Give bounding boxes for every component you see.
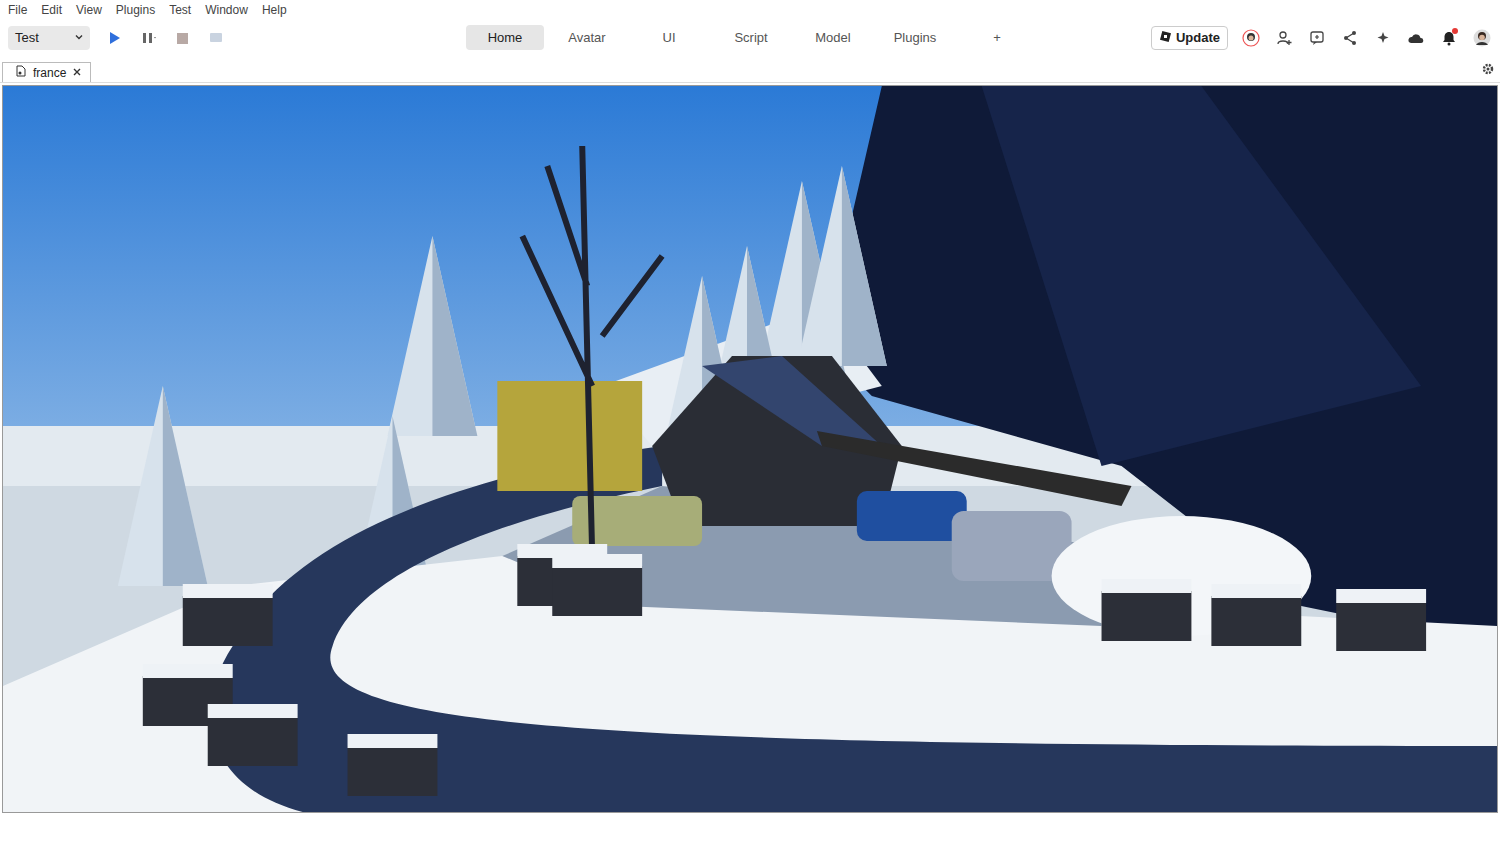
stop-icon[interactable] <box>172 28 192 48</box>
mode-select-value: Test <box>15 30 39 45</box>
play-icon[interactable] <box>104 28 124 48</box>
menu-item[interactable]: Test <box>169 3 191 17</box>
ribbon-tab[interactable]: Home <box>466 25 544 50</box>
pause-icon[interactable] <box>138 28 158 48</box>
mode-select[interactable]: Test <box>8 26 90 50</box>
bell-icon[interactable] <box>1439 28 1459 48</box>
avatar-icon[interactable] <box>1241 28 1261 48</box>
document-tab-bar: france <box>0 55 1500 83</box>
document-tab-label: france <box>33 66 66 80</box>
menu-bar: File Edit View Plugins Test Window Help <box>0 0 1500 20</box>
settings-gear-icon[interactable] <box>1478 59 1498 79</box>
ribbon-tab[interactable]: Script <box>712 25 790 50</box>
3d-viewport[interactable] <box>2 85 1498 813</box>
ribbon-tab[interactable]: UI <box>630 25 708 50</box>
cloud-icon[interactable] <box>1406 28 1426 48</box>
ribbon-tab[interactable]: Model <box>794 25 872 50</box>
menu-item[interactable]: Help <box>262 3 287 17</box>
share-icon[interactable] <box>1340 28 1360 48</box>
toolbar-right: Update <box>1151 26 1492 50</box>
toolbar: Test HomeAvatarUIScriptModelPlugins+ Updat… <box>0 20 1500 55</box>
notification-badge <box>1452 28 1458 34</box>
menu-item[interactable]: File <box>8 3 27 17</box>
screen-icon[interactable] <box>206 28 226 48</box>
profile-icon[interactable] <box>1472 28 1492 48</box>
chat-icon[interactable] <box>1307 28 1327 48</box>
ribbon-tab[interactable]: + <box>958 25 1036 50</box>
ribbon-tabs: HomeAvatarUIScriptModelPlugins+ <box>466 25 1036 50</box>
assistant-icon[interactable] <box>1373 28 1393 48</box>
ribbon-tab[interactable]: Plugins <box>876 25 954 50</box>
menu-item[interactable]: Edit <box>41 3 62 17</box>
roblox-logo-icon <box>1159 30 1172 46</box>
chevron-icon <box>74 30 84 45</box>
menu-item[interactable]: View <box>76 3 102 17</box>
add-friend-icon[interactable] <box>1274 28 1294 48</box>
playback-controls <box>104 28 226 48</box>
menu-item[interactable]: Plugins <box>116 3 155 17</box>
update-label: Update <box>1176 30 1220 45</box>
ribbon-tab[interactable]: Avatar <box>548 25 626 50</box>
menu-item[interactable]: Window <box>205 3 248 17</box>
document-tab[interactable]: france <box>2 62 91 82</box>
close-icon[interactable] <box>72 66 82 80</box>
update-button[interactable]: Update <box>1151 26 1228 50</box>
place-file-icon <box>15 65 27 80</box>
